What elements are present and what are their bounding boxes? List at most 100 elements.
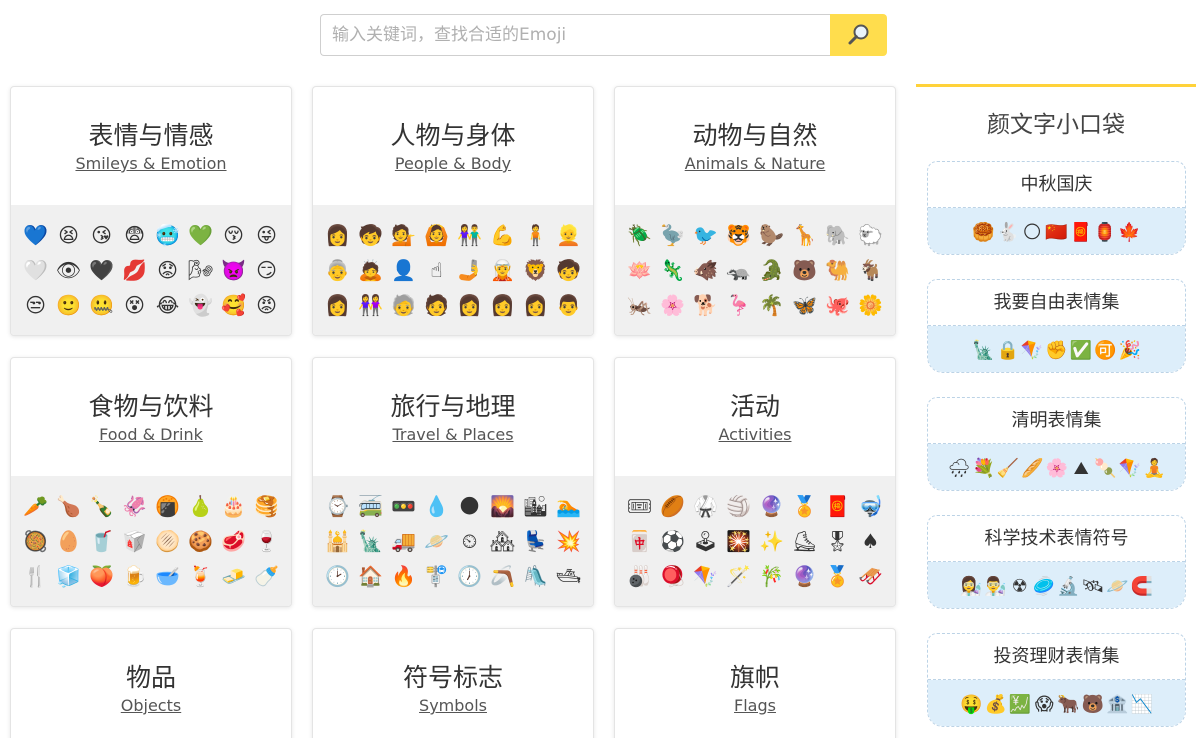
card-subtitle-link[interactable]: Animals & Nature xyxy=(685,154,826,173)
emoji-item[interactable]: 💁 xyxy=(391,223,416,247)
emoji-item[interactable]: ⛸ xyxy=(792,529,817,553)
card-subtitle-link[interactable]: Flags xyxy=(734,696,776,715)
emoji-item[interactable]: 🥩 xyxy=(221,529,246,553)
emoji-item[interactable]: 🎟 xyxy=(627,494,652,518)
emoji-item[interactable]: 👩 xyxy=(457,293,482,317)
emoji-pack-freedom[interactable]: 我要自由表情集 🗽 🔒 🪁 ✊ ✅ 🉑 🎉 xyxy=(927,279,1186,373)
emoji-item[interactable]: 🌬 xyxy=(188,258,213,282)
emoji-item[interactable]: 🧒 xyxy=(556,258,581,282)
emoji-item[interactable]: 🐊 xyxy=(759,258,784,282)
card-subtitle-link[interactable]: Food & Drink xyxy=(99,425,203,444)
emoji-item[interactable]: 😘 xyxy=(91,223,112,247)
emoji-item[interactable]: 😂 xyxy=(156,293,179,317)
emoji-item[interactable]: 😚 xyxy=(223,223,244,247)
emoji-item[interactable]: 🐯 xyxy=(726,223,751,247)
emoji-item[interactable]: 🐙 xyxy=(825,293,850,317)
emoji-item[interactable]: 🍘 xyxy=(155,494,180,518)
emoji-item[interactable]: 🥡 xyxy=(122,529,147,553)
emoji-item[interactable]: ⌚ xyxy=(325,494,350,518)
emoji-item[interactable]: 🪃 xyxy=(490,564,515,588)
emoji-item[interactable]: 🐕 xyxy=(693,293,718,317)
emoji-item[interactable]: 🍗 xyxy=(56,494,81,518)
emoji-item[interactable]: 🛝 xyxy=(523,564,548,588)
card-subtitle-link[interactable]: Symbols xyxy=(419,696,487,715)
emoji-item[interactable]: 🤳 xyxy=(457,258,482,282)
emoji-item[interactable]: 🧑 xyxy=(424,293,449,317)
emoji-item[interactable]: 🐻 xyxy=(792,258,817,282)
emoji-item[interactable]: 🤍 xyxy=(23,258,48,282)
emoji-item[interactable]: 🏉 xyxy=(660,494,685,518)
emoji-item[interactable]: 🪲 xyxy=(627,223,652,247)
emoji-item[interactable]: 🦫 xyxy=(759,223,784,247)
emoji-item[interactable]: 😒 xyxy=(25,293,46,317)
emoji-item[interactable]: 🏅 xyxy=(792,494,817,518)
emoji-item[interactable]: 🔮 xyxy=(759,494,784,518)
emoji-pack-qingming[interactable]: 清明表情集 🌧 💐 🧹 🥖 🌸 ⛰ 🍡 🪁 🧘 xyxy=(927,397,1186,491)
emoji-item[interactable]: 🦤 xyxy=(660,223,685,247)
emoji-item[interactable]: 🚚 xyxy=(391,529,416,553)
emoji-item[interactable]: 🪐 xyxy=(424,529,449,553)
emoji-item[interactable]: 💥 xyxy=(556,529,581,553)
emoji-item[interactable]: 🥣 xyxy=(155,564,180,588)
emoji-item[interactable]: 😟 xyxy=(157,258,178,282)
card-subtitle-link[interactable]: Travel & Places xyxy=(392,425,513,444)
emoji-item[interactable]: 🕖 xyxy=(457,564,482,588)
emoji-item[interactable]: 🚎 xyxy=(358,494,383,518)
emoji-item[interactable]: 🏅 xyxy=(825,564,850,588)
emoji-item[interactable]: 🍹 xyxy=(188,564,213,588)
emoji-item[interactable]: 👤 xyxy=(391,258,416,282)
emoji-item[interactable]: 🪀 xyxy=(660,564,685,588)
emoji-item[interactable]: 🖤 xyxy=(89,258,114,282)
emoji-item[interactable]: 😨 xyxy=(124,223,145,247)
emoji-item[interactable]: 🚥 xyxy=(391,494,416,518)
emoji-item[interactable]: 🦩 xyxy=(726,293,751,317)
emoji-item[interactable]: 🌸 xyxy=(660,293,685,317)
emoji-item[interactable]: 🥰 xyxy=(221,293,246,317)
emoji-item[interactable]: 🏊 xyxy=(556,494,581,518)
emoji-item[interactable]: 🐦 xyxy=(693,223,718,247)
category-card-activities[interactable]: 活动 Activities 🎟 🏉 🥋 🏐 🔮 🏅 🧧 🤿 🀄 ⚽ 🕹 🎇 ✨ ⛸ 🎖 ♠ 🎳 🪀 🪁 🪄 🎋 🔮 🏅 🛷 xyxy=(614,357,896,607)
emoji-item[interactable]: 💺 xyxy=(523,529,548,553)
category-card-flags[interactable]: 旗帜 Flags xyxy=(614,628,896,738)
emoji-item[interactable]: ⏲ xyxy=(462,529,478,553)
emoji-item[interactable]: 🙆 xyxy=(424,223,449,247)
emoji-item[interactable]: 🪄 xyxy=(726,564,751,588)
emoji-item[interactable]: 🕑 xyxy=(325,564,350,588)
emoji-item[interactable]: 🧝 xyxy=(490,258,515,282)
emoji-item[interactable]: 🌼 xyxy=(858,293,883,317)
emoji-item[interactable]: 🀄 xyxy=(627,529,652,553)
category-card-animals[interactable]: 动物与自然 Animals & Nature 🪲 🦤 🐦 🐯 🦫 🦒 🐘 🐑 🪷 🦎 🐗 🦡 🐊 🐻 🐫 🐐 🦗… xyxy=(614,86,896,336)
emoji-item[interactable]: 👵 xyxy=(325,258,350,282)
emoji-item[interactable]: 💧 xyxy=(424,494,449,518)
emoji-item[interactable]: 🎖 xyxy=(825,529,850,553)
emoji-pack-finance[interactable]: 投资理财表情集 🤑 💰 💹 😱 🐂 🐻 🏦 📉 xyxy=(927,633,1186,727)
emoji-item[interactable]: 👩 xyxy=(490,293,515,317)
emoji-item[interactable]: 🕌 xyxy=(325,529,350,553)
category-card-objects[interactable]: 物品 Objects xyxy=(10,628,292,738)
emoji-item[interactable]: 🦡 xyxy=(726,258,751,282)
emoji-item[interactable]: 😜 xyxy=(256,223,277,247)
emoji-item[interactable]: 🍐 xyxy=(188,494,213,518)
category-card-smileys[interactable]: 表情与情感 Smileys & Emotion 💙 😫 😘 😨 🥶 💚 😚 😜 🤍 👁 🖤 💋 😟 🌬 👿 😏… xyxy=(10,86,292,336)
search-input[interactable] xyxy=(320,14,830,56)
emoji-item[interactable]: 💚 xyxy=(188,223,213,247)
emoji-item[interactable]: ⚽ xyxy=(660,529,685,553)
emoji-item[interactable]: 👫 xyxy=(457,223,482,247)
emoji-item[interactable]: 👱 xyxy=(556,223,581,247)
emoji-item[interactable]: 🦋 xyxy=(792,293,817,317)
card-subtitle-link[interactable]: Smileys & Emotion xyxy=(75,154,226,173)
emoji-item[interactable]: 🕹 xyxy=(693,529,718,553)
emoji-item[interactable]: 😏 xyxy=(256,258,277,282)
category-card-food[interactable]: 食物与饮料 Food & Drink 🥕 🍗 🍾 🦑 🍘 🍐 🎂 🥞 🥘 🥚 🥤 🥡 🫓 🍪 🥩 🍷 🍴 🧊 🍑 🍺 🥣… xyxy=(10,357,292,607)
emoji-item[interactable]: ✨ xyxy=(759,529,784,553)
emoji-pack-mid-autumn[interactable]: 中秋国庆 🥮 🐇 🌕 🇨🇳 🧧 🏮 🍁 xyxy=(927,161,1186,255)
emoji-item[interactable]: 🥋 xyxy=(693,494,718,518)
emoji-item[interactable]: 🎳 xyxy=(627,564,652,588)
emoji-item[interactable]: 🥤 xyxy=(89,529,114,553)
emoji-item[interactable]: ☝ xyxy=(430,258,442,282)
category-card-symbols[interactable]: 符号标志 Symbols xyxy=(312,628,594,738)
emoji-item[interactable]: 👿 xyxy=(221,258,246,282)
emoji-item[interactable]: 🍴 xyxy=(23,564,48,588)
emoji-item[interactable]: 🙂 xyxy=(56,293,81,317)
emoji-item[interactable]: 🍼 xyxy=(254,564,279,588)
